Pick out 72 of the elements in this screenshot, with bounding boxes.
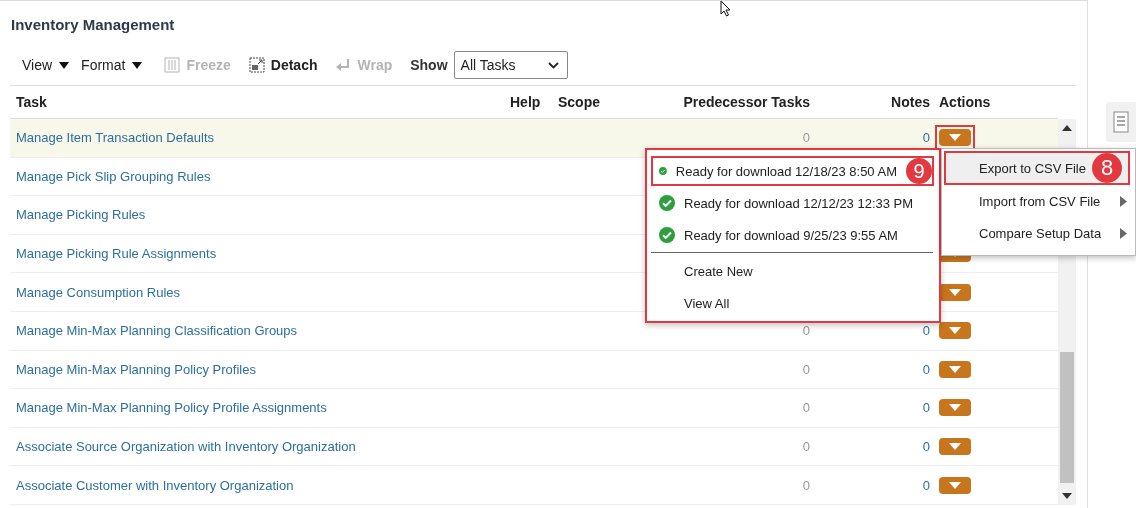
check-circle-icon (659, 195, 675, 211)
caret-icon (949, 365, 961, 373)
table-cell: 0 (802, 477, 810, 493)
menu-item[interactable]: Ready for download 9/25/23 9:55 AM (651, 219, 933, 251)
column-header: Help (510, 94, 541, 110)
actions-button[interactable] (939, 322, 971, 340)
list-icon (1113, 111, 1129, 133)
task-link[interactable]: Manage Item Transaction Defaults (16, 130, 214, 146)
toolbar-menu[interactable]: Format (81, 57, 143, 73)
show-dropdown[interactable]: All Tasks (453, 51, 568, 79)
notes-link[interactable]: 0 (922, 361, 930, 377)
caret-icon (949, 443, 961, 451)
table-cell: 0 (802, 400, 810, 416)
task-link[interactable]: Manage Min-Max Planning Classification Groups (16, 323, 298, 339)
callout-badge: 9 (906, 158, 932, 184)
page-title: Inventory Management (11, 16, 175, 35)
selected-row[interactable]: Manage Item Transaction Defaults 0 0 (10, 119, 1058, 158)
table-cell: 0 (802, 361, 810, 377)
task-link[interactable]: Associate Source Organization with Inventory Organization (16, 439, 356, 455)
table-cell: 0 (802, 439, 810, 455)
menu-item[interactable]: Ready for download 12/12/23 12:33 PM (651, 187, 933, 219)
caret-icon (59, 61, 70, 69)
actions-button[interactable] (939, 283, 971, 301)
column-header: Actions (939, 94, 991, 110)
column-header: Task (16, 94, 47, 110)
task-link[interactable]: Manage Min-Max Planning Policy Profiles (16, 361, 256, 377)
notes-link[interactable]: 0 (922, 477, 930, 493)
column-header: Predecessor Tasks (683, 94, 810, 110)
caret-icon (949, 327, 961, 335)
notes-link[interactable]: 0 (922, 400, 930, 416)
menu-item[interactable]: View All (651, 287, 933, 319)
actions-button[interactable] (939, 399, 971, 417)
task-link[interactable]: Manage Min-Max Planning Policy Profile Assignments (16, 400, 327, 416)
menu-item[interactable]: Import from CSV File (944, 185, 1135, 217)
side-tab[interactable] (1106, 102, 1136, 142)
show-label: Show (410, 57, 448, 73)
actions-button[interactable] (939, 476, 971, 494)
caret-icon (949, 288, 961, 296)
column-header: Scope (558, 94, 600, 110)
caret-icon (949, 481, 961, 489)
chevron-down-icon (547, 61, 559, 69)
menu-item[interactable]: Ready for download 12/18/23 8:50 AM 9 (651, 156, 934, 186)
notes-link[interactable]: 0 (922, 130, 930, 146)
submenu-arrow-icon (1120, 227, 1127, 239)
return-arrow-icon (335, 57, 352, 73)
notes-link[interactable]: 0 (922, 439, 930, 455)
column-header: Notes (891, 94, 930, 110)
menu-item[interactable]: Export to CSV File 8 (944, 151, 1130, 185)
task-link[interactable]: Manage Pick Slip Grouping Rules (16, 168, 211, 184)
table-cell: 0 (802, 130, 810, 146)
check-circle-icon (659, 227, 675, 243)
task-link[interactable]: Manage Picking Rule Assignments (16, 246, 217, 262)
scroll-up-icon[interactable] (1062, 125, 1072, 131)
toolbar-menu[interactable]: View (22, 57, 70, 73)
caret-icon (949, 404, 961, 412)
table-cell: 0 (802, 323, 810, 339)
caret-icon (132, 61, 143, 69)
menu-item[interactable]: Compare Setup Data (944, 217, 1135, 249)
caret-icon (949, 134, 961, 142)
actions-button[interactable] (939, 438, 971, 456)
toolbar-button[interactable]: Detach (248, 57, 318, 73)
callout-badge: 8 (1092, 153, 1122, 183)
task-link[interactable]: Manage Consumption Rules (16, 284, 181, 300)
detach-icon (248, 57, 265, 73)
task-link[interactable]: Manage Picking Rules (16, 207, 146, 223)
submenu-arrow-icon (1120, 195, 1127, 207)
actions-button[interactable] (939, 360, 971, 378)
scroll-down-icon[interactable] (1062, 493, 1072, 499)
notes-link[interactable]: 0 (922, 323, 930, 339)
columns-icon (164, 57, 181, 73)
task-link[interactable]: Associate Customer with Inventory Organization (16, 477, 294, 493)
menu-item[interactable]: Create New (651, 255, 933, 287)
